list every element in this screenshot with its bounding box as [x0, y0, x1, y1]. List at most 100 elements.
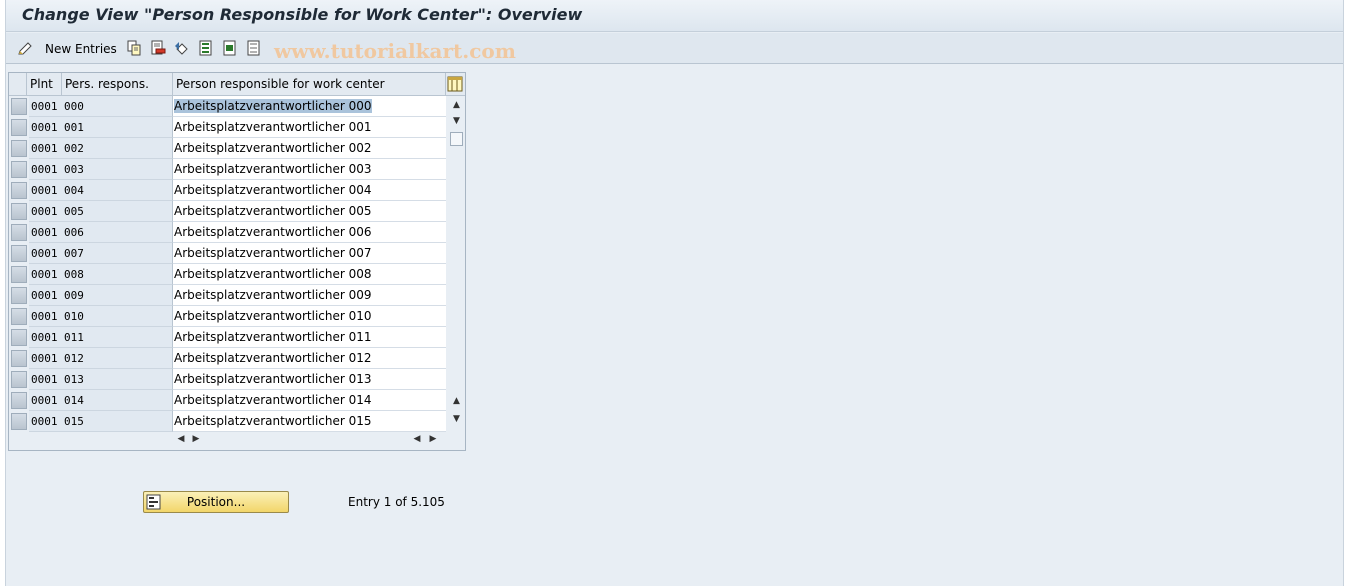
- application-toolbar: New Entries www.tutorialkart.com: [6, 33, 1343, 64]
- cell-person-responsible-input[interactable]: Arbeitsplatzverantwortlicher 012: [173, 348, 446, 369]
- table-row: 0001 013 Arbeitsplatzverantwortlicher 013: [9, 369, 449, 390]
- row-selector[interactable]: [11, 203, 27, 220]
- table-row: 0001 005 Arbeitsplatzverantwortlicher 005: [9, 201, 449, 222]
- select-all-button[interactable]: [198, 40, 214, 57]
- column-header-person-responsible[interactable]: Person responsible for work center: [173, 73, 446, 96]
- cell-plnt: 0001: [29, 390, 62, 411]
- scroll-right-icon[interactable]: ▶: [190, 433, 202, 445]
- cell-person-responsible-input[interactable]: Arbeitsplatzverantwortlicher 003: [173, 159, 446, 180]
- cell-person-responsible-input[interactable]: Arbeitsplatzverantwortlicher 000: [173, 96, 446, 117]
- column-header-plnt[interactable]: Plnt: [27, 73, 62, 96]
- title-bar: Change View "Person Responsible for Work…: [6, 0, 1343, 32]
- row-selector[interactable]: [11, 287, 27, 304]
- row-selector[interactable]: [11, 308, 27, 325]
- table-header: Plnt Pers. respons. Person responsible f…: [9, 73, 465, 96]
- cell-plnt: 0001: [29, 243, 62, 264]
- new-entries-button[interactable]: New Entries: [17, 40, 117, 57]
- cell-plnt: 0001: [29, 96, 62, 117]
- copy-icon: [127, 40, 141, 56]
- row-selector[interactable]: [11, 161, 27, 178]
- scroll-thumb[interactable]: [450, 132, 463, 146]
- delete-icon: [151, 40, 166, 55]
- select-all-rows-cell[interactable]: [9, 73, 27, 96]
- cell-person-responsible-input[interactable]: Arbeitsplatzverantwortlicher 010: [173, 306, 446, 327]
- cell-person-responsible-input[interactable]: Arbeitsplatzverantwortlicher 015: [173, 411, 446, 432]
- table-settings-icon: [447, 76, 463, 92]
- scroll-left-end-icon[interactable]: ◀: [411, 433, 423, 445]
- scroll-down-icon[interactable]: ▼: [450, 412, 463, 426]
- selected-text: Arbeitsplatzverantwortlicher 000: [174, 99, 372, 113]
- cell-person-responsible-input[interactable]: Arbeitsplatzverantwortlicher 006: [173, 222, 446, 243]
- cell-pers-respons: 006: [62, 222, 173, 243]
- cell-person-responsible-input[interactable]: Arbeitsplatzverantwortlicher 013: [173, 369, 446, 390]
- cell-pers-respons: 011: [62, 327, 173, 348]
- cell-pers-respons: 002: [62, 138, 173, 159]
- cell-plnt: 0001: [29, 348, 62, 369]
- row-selector[interactable]: [11, 98, 27, 115]
- scroll-down-page-icon[interactable]: ▼: [450, 114, 463, 128]
- cell-pers-respons: 004: [62, 180, 173, 201]
- horizontal-scrollbar[interactable]: ◀ ▶ ◀ ▶: [173, 430, 447, 448]
- undo-button[interactable]: [174, 40, 190, 57]
- table-row: 0001 010 Arbeitsplatzverantwortlicher 010: [9, 306, 449, 327]
- cell-person-responsible-input[interactable]: Arbeitsplatzverantwortlicher 007: [173, 243, 446, 264]
- cell-pers-respons: 008: [62, 264, 173, 285]
- cell-plnt: 0001: [29, 264, 62, 285]
- row-selector[interactable]: [11, 224, 27, 241]
- cell-person-responsible-input[interactable]: Arbeitsplatzverantwortlicher 001: [173, 117, 446, 138]
- select-block-button[interactable]: [222, 40, 238, 57]
- cell-pers-respons: 003: [62, 159, 173, 180]
- row-selector[interactable]: [11, 245, 27, 262]
- cell-plnt: 0001: [29, 369, 62, 390]
- cell-person-responsible-input[interactable]: Arbeitsplatzverantwortlicher 008: [173, 264, 446, 285]
- scroll-up-icon[interactable]: ▲: [450, 98, 463, 112]
- row-selector[interactable]: [11, 266, 27, 283]
- scroll-right-end-icon[interactable]: ▶: [427, 433, 439, 445]
- row-selector[interactable]: [11, 119, 27, 136]
- table-row: 0001 000 Arbeitsplatzverantwortlicher 000: [9, 96, 449, 117]
- watermark-text: www.tutorialkart.com: [274, 39, 516, 63]
- table-row: 0001 003 Arbeitsplatzverantwortlicher 003: [9, 159, 449, 180]
- cell-pers-respons: 014: [62, 390, 173, 411]
- table-row: 0001 006 Arbeitsplatzverantwortlicher 006: [9, 222, 449, 243]
- position-button[interactable]: Position...: [143, 491, 289, 513]
- vertical-scrollbar[interactable]: ▲ ▼ ▲ ▼: [448, 96, 465, 430]
- row-selector[interactable]: [11, 182, 27, 199]
- table-row: 0001 014 Arbeitsplatzverantwortlicher 014: [9, 390, 449, 411]
- cell-person-responsible-input[interactable]: Arbeitsplatzverantwortlicher 002: [173, 138, 446, 159]
- cell-plnt: 0001: [29, 201, 62, 222]
- delete-button[interactable]: [150, 40, 166, 57]
- cell-pers-respons: 007: [62, 243, 173, 264]
- row-selector[interactable]: [11, 329, 27, 346]
- cell-pers-respons: 009: [62, 285, 173, 306]
- cell-plnt: 0001: [29, 180, 62, 201]
- scroll-left-icon[interactable]: ◀: [175, 433, 187, 445]
- deselect-all-button[interactable]: [246, 40, 262, 57]
- undo-icon: [175, 42, 188, 55]
- deselect-all-icon: [247, 40, 260, 56]
- copy-button[interactable]: [126, 40, 142, 57]
- cell-person-responsible-input[interactable]: Arbeitsplatzverantwortlicher 005: [173, 201, 446, 222]
- cell-person-responsible-input[interactable]: Arbeitsplatzverantwortlicher 004: [173, 180, 446, 201]
- column-header-pers-respons[interactable]: Pers. respons.: [62, 73, 173, 96]
- scroll-up-page-icon[interactable]: ▲: [450, 394, 463, 408]
- row-selector[interactable]: [11, 140, 27, 157]
- table-settings-button[interactable]: [447, 76, 463, 92]
- cell-plnt: 0001: [29, 159, 62, 180]
- row-selector[interactable]: [11, 413, 27, 430]
- row-selector[interactable]: [11, 371, 27, 388]
- cell-plnt: 0001: [29, 327, 62, 348]
- cell-pers-respons: 015: [62, 411, 173, 432]
- table-row: 0001 011 Arbeitsplatzverantwortlicher 011: [9, 327, 449, 348]
- row-selector[interactable]: [11, 350, 27, 367]
- table-row: 0001 009 Arbeitsplatzverantwortlicher 009: [9, 285, 449, 306]
- select-block-icon: [223, 40, 236, 56]
- row-selector[interactable]: [11, 392, 27, 409]
- page-title: Change View "Person Responsible for Work…: [22, 5, 583, 24]
- cell-person-responsible-input[interactable]: Arbeitsplatzverantwortlicher 014: [173, 390, 446, 411]
- table-control: Plnt Pers. respons. Person responsible f…: [8, 72, 466, 451]
- new-entries-label: New Entries: [45, 41, 117, 56]
- cell-person-responsible-input[interactable]: Arbeitsplatzverantwortlicher 009: [173, 285, 446, 306]
- cell-plnt: 0001: [29, 117, 62, 138]
- cell-person-responsible-input[interactable]: Arbeitsplatzverantwortlicher 011: [173, 327, 446, 348]
